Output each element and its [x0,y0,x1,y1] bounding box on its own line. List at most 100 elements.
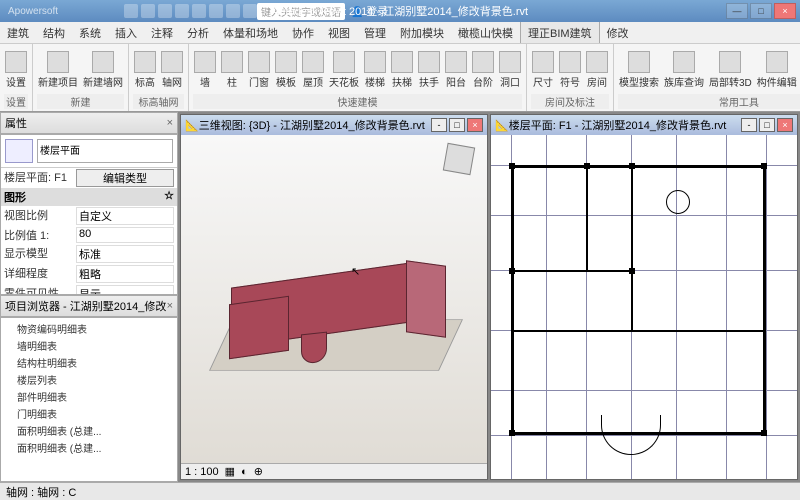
close-button[interactable]: × [774,3,796,19]
ribbon-button[interactable]: 轴网 [160,50,184,90]
qat-button[interactable] [226,4,240,18]
ribbon-tab[interactable]: 视图 [321,22,357,44]
close-icon[interactable]: × [167,300,173,312]
ribbon-button[interactable]: 标高 [133,50,157,90]
ribbon-tab[interactable]: 注释 [144,22,180,44]
ribbon-tab[interactable]: 协作 [285,22,321,44]
view-3d-titlebar[interactable]: 📐 三维视图: {3D} - 江湖别墅2014_修改背景色.rvt - □ × [181,115,487,135]
ribbon-tab[interactable]: 修改 [600,22,636,44]
view-control-icon[interactable]: ◐ [241,466,248,478]
property-value[interactable]: 粗略 [76,265,174,283]
tool-icon [194,51,216,73]
qat-button[interactable] [141,4,155,18]
ribbon-button[interactable]: 新建项目 [37,50,79,90]
maximize-button[interactable]: □ [750,3,772,19]
tool-icon [302,51,324,73]
title-bar: Apowersoft Autodesk Revit 2014 - 江湖别墅201… [0,0,800,22]
ribbon-tab[interactable]: 建筑 [0,22,36,44]
panel-label: 新建 [37,94,124,109]
ribbon-button[interactable]: 构件编辑 [756,50,798,90]
ribbon-tab[interactable]: 管理 [357,22,393,44]
ribbon-tab[interactable]: 系统 [72,22,108,44]
edit-type-button[interactable]: 编辑类型 [76,169,174,187]
floor-plan [491,135,797,479]
property-value[interactable]: 80 [76,227,174,243]
close-icon[interactable]: × [167,117,173,129]
tree-item[interactable]: 墙明细表 [3,337,175,354]
ribbon-tab[interactable]: 体量和场地 [216,22,285,44]
tree-item[interactable]: 面积明细表 (总建... [3,422,175,439]
ribbon-button[interactable]: 洞口 [498,50,522,90]
ribbon-tab[interactable]: 分析 [180,22,216,44]
browser-title: 项目浏览器 - 江湖别墅2014_修改背景... [5,298,167,314]
tree-item[interactable]: 面积明细表 (总建... [3,439,175,456]
qat-button[interactable] [158,4,172,18]
type-selector[interactable]: 楼层平面 [37,139,173,163]
ribbon-button[interactable]: 墙 [193,50,217,90]
ribbon-button[interactable]: 设置 [4,50,28,90]
ribbon-tab[interactable]: 橄榄山快模 [451,22,520,44]
close-button[interactable]: × [777,118,793,132]
ribbon-button[interactable]: 台阶 [471,50,495,90]
ribbon-tab[interactable]: 插入 [108,22,144,44]
view-3d-canvas[interactable]: ↖ [181,135,487,463]
ribbon-button[interactable]: 新建墙网 [82,50,124,90]
tool-icon [391,51,413,73]
left-column: 属性 × 楼层平面 楼层平面: F1 编辑类型 图形☆ 视图比例自定义比例值 1… [0,112,178,482]
minimize-button[interactable]: — [726,3,748,19]
status-text: 轴网 : 轴网 : C [6,484,76,500]
ribbon-button[interactable]: 模板 [274,50,298,90]
tree-item[interactable]: 结构柱明细表 [3,354,175,371]
scale-label[interactable]: 1 : 100 [185,466,219,478]
tree-item[interactable]: 楼层列表 [3,371,175,388]
ribbon-tab[interactable]: 结构 [36,22,72,44]
view-control-icon[interactable]: ▦ [225,465,235,478]
ribbon-button[interactable]: 尺寸 [531,50,555,90]
property-value[interactable]: 自定义 [76,207,174,225]
view-cube[interactable] [443,143,475,175]
qat-button[interactable] [175,4,189,18]
ribbon-button[interactable]: 符号 [558,50,582,90]
building-model[interactable] [211,215,461,385]
view-plan-titlebar[interactable]: 📐 楼层平面: F1 - 江湖别墅2014_修改背景色.rvt - □ × [491,115,797,135]
ribbon-button[interactable]: 扶手 [417,50,441,90]
ribbon-button[interactable]: 阳台 [444,50,468,90]
ribbon-button[interactable]: 族库查询 [663,50,705,90]
qat-button[interactable] [243,4,257,18]
ribbon-button[interactable]: 扶梯 [390,50,414,90]
tool-label: 房间 [587,74,607,89]
ribbon-button[interactable]: 天花板 [328,50,360,90]
ribbon-button[interactable]: 门窗 [247,50,271,90]
qat-button[interactable] [192,4,206,18]
ribbon-button[interactable]: 模型搜索 [618,50,660,90]
maximize-button[interactable]: □ [759,118,775,132]
ribbon-tabs: 建筑结构系统插入注释分析体量和场地协作视图管理附加模块橄榄山快模理正BIM建筑修… [0,22,800,44]
tool-label: 构件编辑 [757,74,797,89]
qat-button[interactable] [124,4,138,18]
ribbon-button[interactable]: 楼梯 [363,50,387,90]
view-control-icon[interactable]: ⊕ [254,465,263,478]
group-graphics[interactable]: 图形☆ [1,188,177,206]
tree-item[interactable]: 物资编码明细表 [3,320,175,337]
tool-label: 设置 [6,74,26,89]
tool-label: 模型搜索 [619,74,659,89]
ribbon-tab[interactable]: 理正BIM建筑 [520,22,600,44]
ribbon-tab[interactable]: 附加模块 [393,22,451,44]
property-value[interactable]: 标准 [76,245,174,263]
tree-item[interactable]: 门明细表 [3,405,175,422]
project-browser-header: 项目浏览器 - 江湖别墅2014_修改背景... × [0,295,178,317]
tool-icon [333,51,355,73]
ribbon-button[interactable]: 房间 [585,50,609,90]
maximize-button[interactable]: □ [449,118,465,132]
qat-button[interactable] [209,4,223,18]
minimize-button[interactable]: - [741,118,757,132]
property-value[interactable]: 显示 [76,285,174,295]
tree-item[interactable]: 部件明细表 [3,388,175,405]
close-button[interactable]: × [467,118,483,132]
tool-label: 局部转3D [709,74,752,89]
ribbon-button[interactable]: 局部转3D [708,50,753,90]
minimize-button[interactable]: - [431,118,447,132]
ribbon-button[interactable]: 屋顶 [301,50,325,90]
ribbon-button[interactable]: 柱 [220,50,244,90]
view-plan-canvas[interactable] [491,135,797,479]
